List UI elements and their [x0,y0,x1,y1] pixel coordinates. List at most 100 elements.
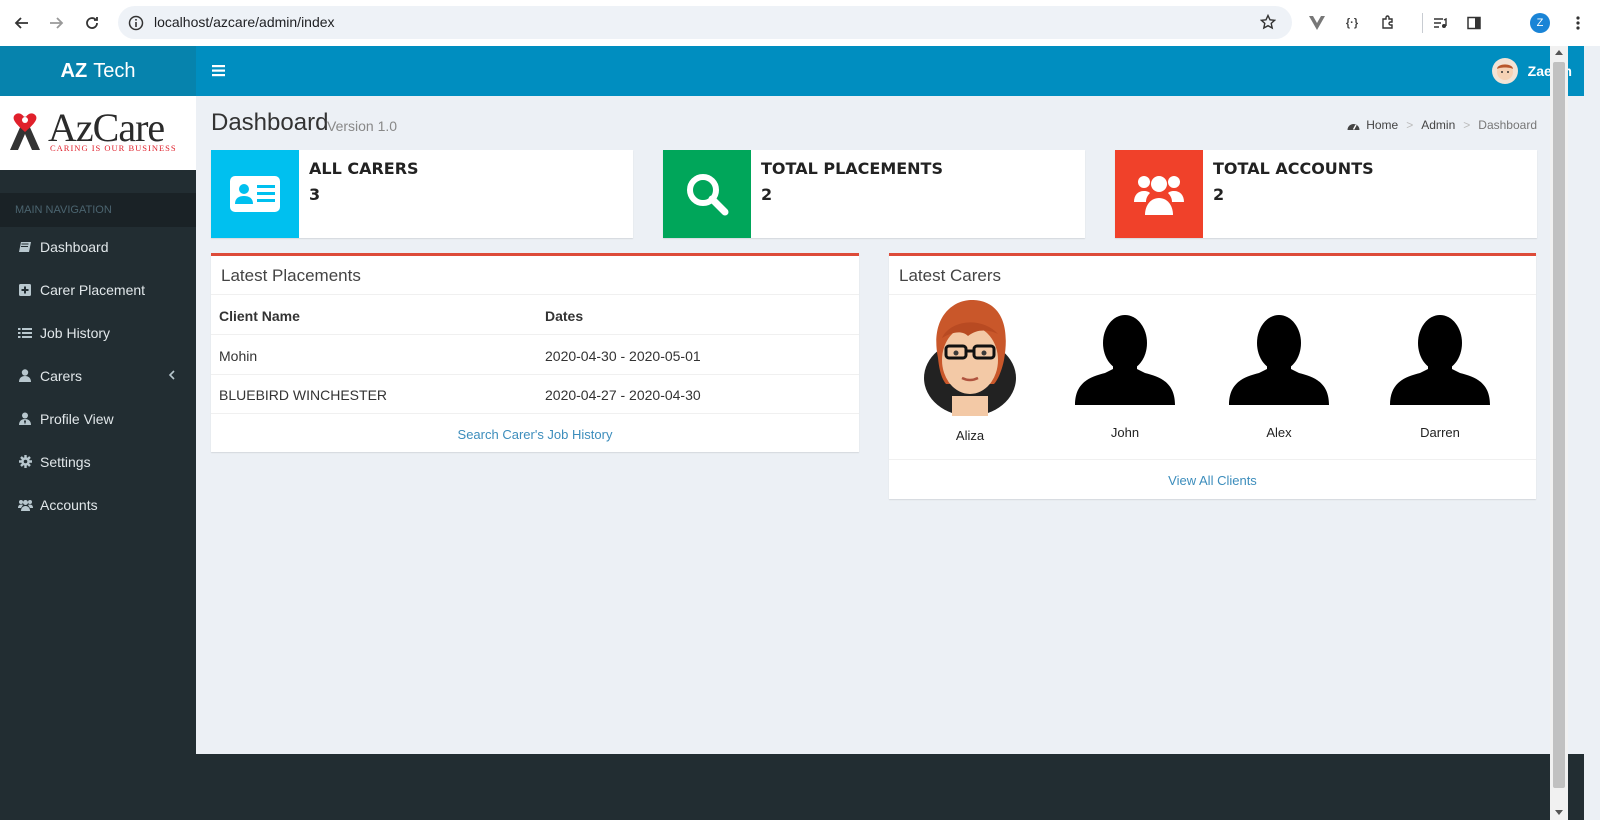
sidebar-item-label: Accounts [40,496,98,513]
sidebar-item-profile-view[interactable]: Profile View [0,397,196,440]
extensions-puzzle-icon[interactable] [1376,11,1400,35]
carer-card[interactable]: Alex [1224,298,1334,448]
breadcrumb-home[interactable]: Home [1366,118,1398,132]
carer-card[interactable]: John [1070,298,1180,448]
browser-menu-icon[interactable] [1566,11,1590,35]
forward-button[interactable] [44,11,68,35]
json-extension-icon[interactable]: {·} [1340,11,1364,35]
sidebar-item-accounts[interactable]: Accounts [0,483,196,526]
app-logo[interactable]: AZ Tech [0,46,196,96]
app-header: AZ Tech Zaeem [0,46,1584,96]
sidebar-item-carer-placement[interactable]: Carer Placement [0,268,196,311]
breadcrumb-admin[interactable]: Admin [1421,118,1455,132]
address-bar[interactable]: localhost/azcare/admin/index [118,6,1292,39]
info-box-total-placements: TOTAL PLACEMENTS 2 [663,150,1085,238]
browser-toolbar: localhost/azcare/admin/index {·} Z [0,0,1600,46]
scroll-thumb[interactable] [1553,62,1565,788]
users-icon [17,498,33,512]
default-user-silhouette-icon [1229,315,1329,405]
sidebar-item-label: Dashboard [40,238,109,255]
azcare-logo-icon [10,113,40,150]
hamburger-icon [212,65,225,77]
back-button[interactable] [10,11,34,35]
carer-name: John [1110,425,1140,440]
carer-name: Aliza [955,428,985,443]
plus-square-icon [17,283,33,297]
info-box-all-carers: ALL CARERS 3 [211,150,633,238]
carer-card[interactable]: Aliza [915,298,1025,448]
breadcrumb: Home > Admin > Dashboard [1347,118,1537,132]
view-all-clients-link[interactable]: View All Clients [889,473,1536,488]
table-cell: BLUEBIRD WINCHESTER [219,387,388,403]
user-icon [17,369,33,383]
info-icon-bg [211,150,299,238]
carer-name: Alex [1266,425,1292,440]
column-header: Client Name [219,308,300,324]
latest-placements-box: Latest Placements Client Name Dates Mohi… [211,253,859,452]
carer-avatar [924,300,1016,416]
info-label: TOTAL PLACEMENTS [761,159,943,178]
chevron-left-icon [168,368,178,382]
scroll-up-arrow-icon[interactable] [1555,50,1563,55]
info-value: 3 [309,185,321,204]
page-scrollbar[interactable] [1550,46,1568,820]
sidebar-item-label: Settings [40,453,91,470]
sidebar-item-label: Carers [40,367,83,384]
sidebar-item-carers[interactable]: Carers [0,354,196,397]
user-avatar [1491,58,1518,84]
carer-name: Darren [1420,425,1460,440]
gear-icon [17,455,33,469]
toolbar-separator [1422,13,1423,33]
breadcrumb-dashboard: Dashboard [1478,118,1537,132]
logo-text: Tech [93,59,136,82]
scroll-down-arrow-icon[interactable] [1555,810,1563,815]
info-box-total-accounts: TOTAL ACCOUNTS 2 [1115,150,1537,238]
divider [211,294,859,295]
search-icon [687,174,729,216]
site-info-icon[interactable] [126,13,146,33]
sidebar-item-label: Carer Placement [40,281,146,298]
info-value: 2 [761,185,773,204]
nav-header: MAIN NAVIGATION [0,193,196,227]
divider [889,294,1536,295]
dashboard-gauge-icon [1347,123,1360,130]
brand-tagline: CARING IS OUR BUSINESS [50,143,177,153]
page-footer [196,754,1584,820]
default-user-silhouette-icon [1075,315,1175,405]
sidebar-toggle-button[interactable] [212,61,232,81]
media-control-icon[interactable] [1428,11,1452,35]
breadcrumb-separator: > [1406,118,1414,132]
default-user-silhouette-icon [1390,315,1490,405]
arrow-left-icon [14,17,28,29]
vuejs-extension-icon[interactable] [1305,11,1329,35]
sidebar-item-job-history[interactable]: Job History [0,311,196,354]
id-card-icon [230,176,280,212]
divider [211,413,859,414]
search-job-history-link[interactable]: Search Carer's Job History [211,427,859,442]
side-panel-icon[interactable] [1462,11,1486,35]
breadcrumb-separator: > [1463,118,1471,132]
page-title: Dashboard [211,109,329,136]
info-label: ALL CARERS [309,159,419,178]
arrow-right-icon [50,17,64,29]
users-icon [1134,176,1184,215]
page-subtitle: Version 1.0 [327,118,398,134]
sidebar-item-settings[interactable]: Settings [0,440,196,483]
sidebar-item-label: Profile View [40,410,114,427]
list-icon [17,326,33,340]
info-icon-bg [663,150,751,238]
logo-bold-text: AZ [60,59,88,82]
carer-card[interactable]: Darren [1385,298,1495,448]
bookmark-star-icon[interactable] [1258,12,1278,32]
sidebar-item-dashboard[interactable]: Dashboard [0,225,196,268]
url-text[interactable]: localhost/azcare/admin/index [154,14,335,30]
reload-icon [86,17,98,29]
box-title: Latest Placements [221,266,361,285]
table-cell: 2020-04-27 - 2020-04-30 [545,387,701,403]
box-title: Latest Carers [899,266,1002,285]
browser-profile-avatar[interactable]: Z [1530,13,1550,33]
latest-carers-box: Latest Carers Aliza John Alex Darren Vie… [889,253,1536,499]
reload-button[interactable] [80,11,104,35]
sidebar-item-label: Job History [40,324,111,341]
info-value: 2 [1213,185,1225,204]
